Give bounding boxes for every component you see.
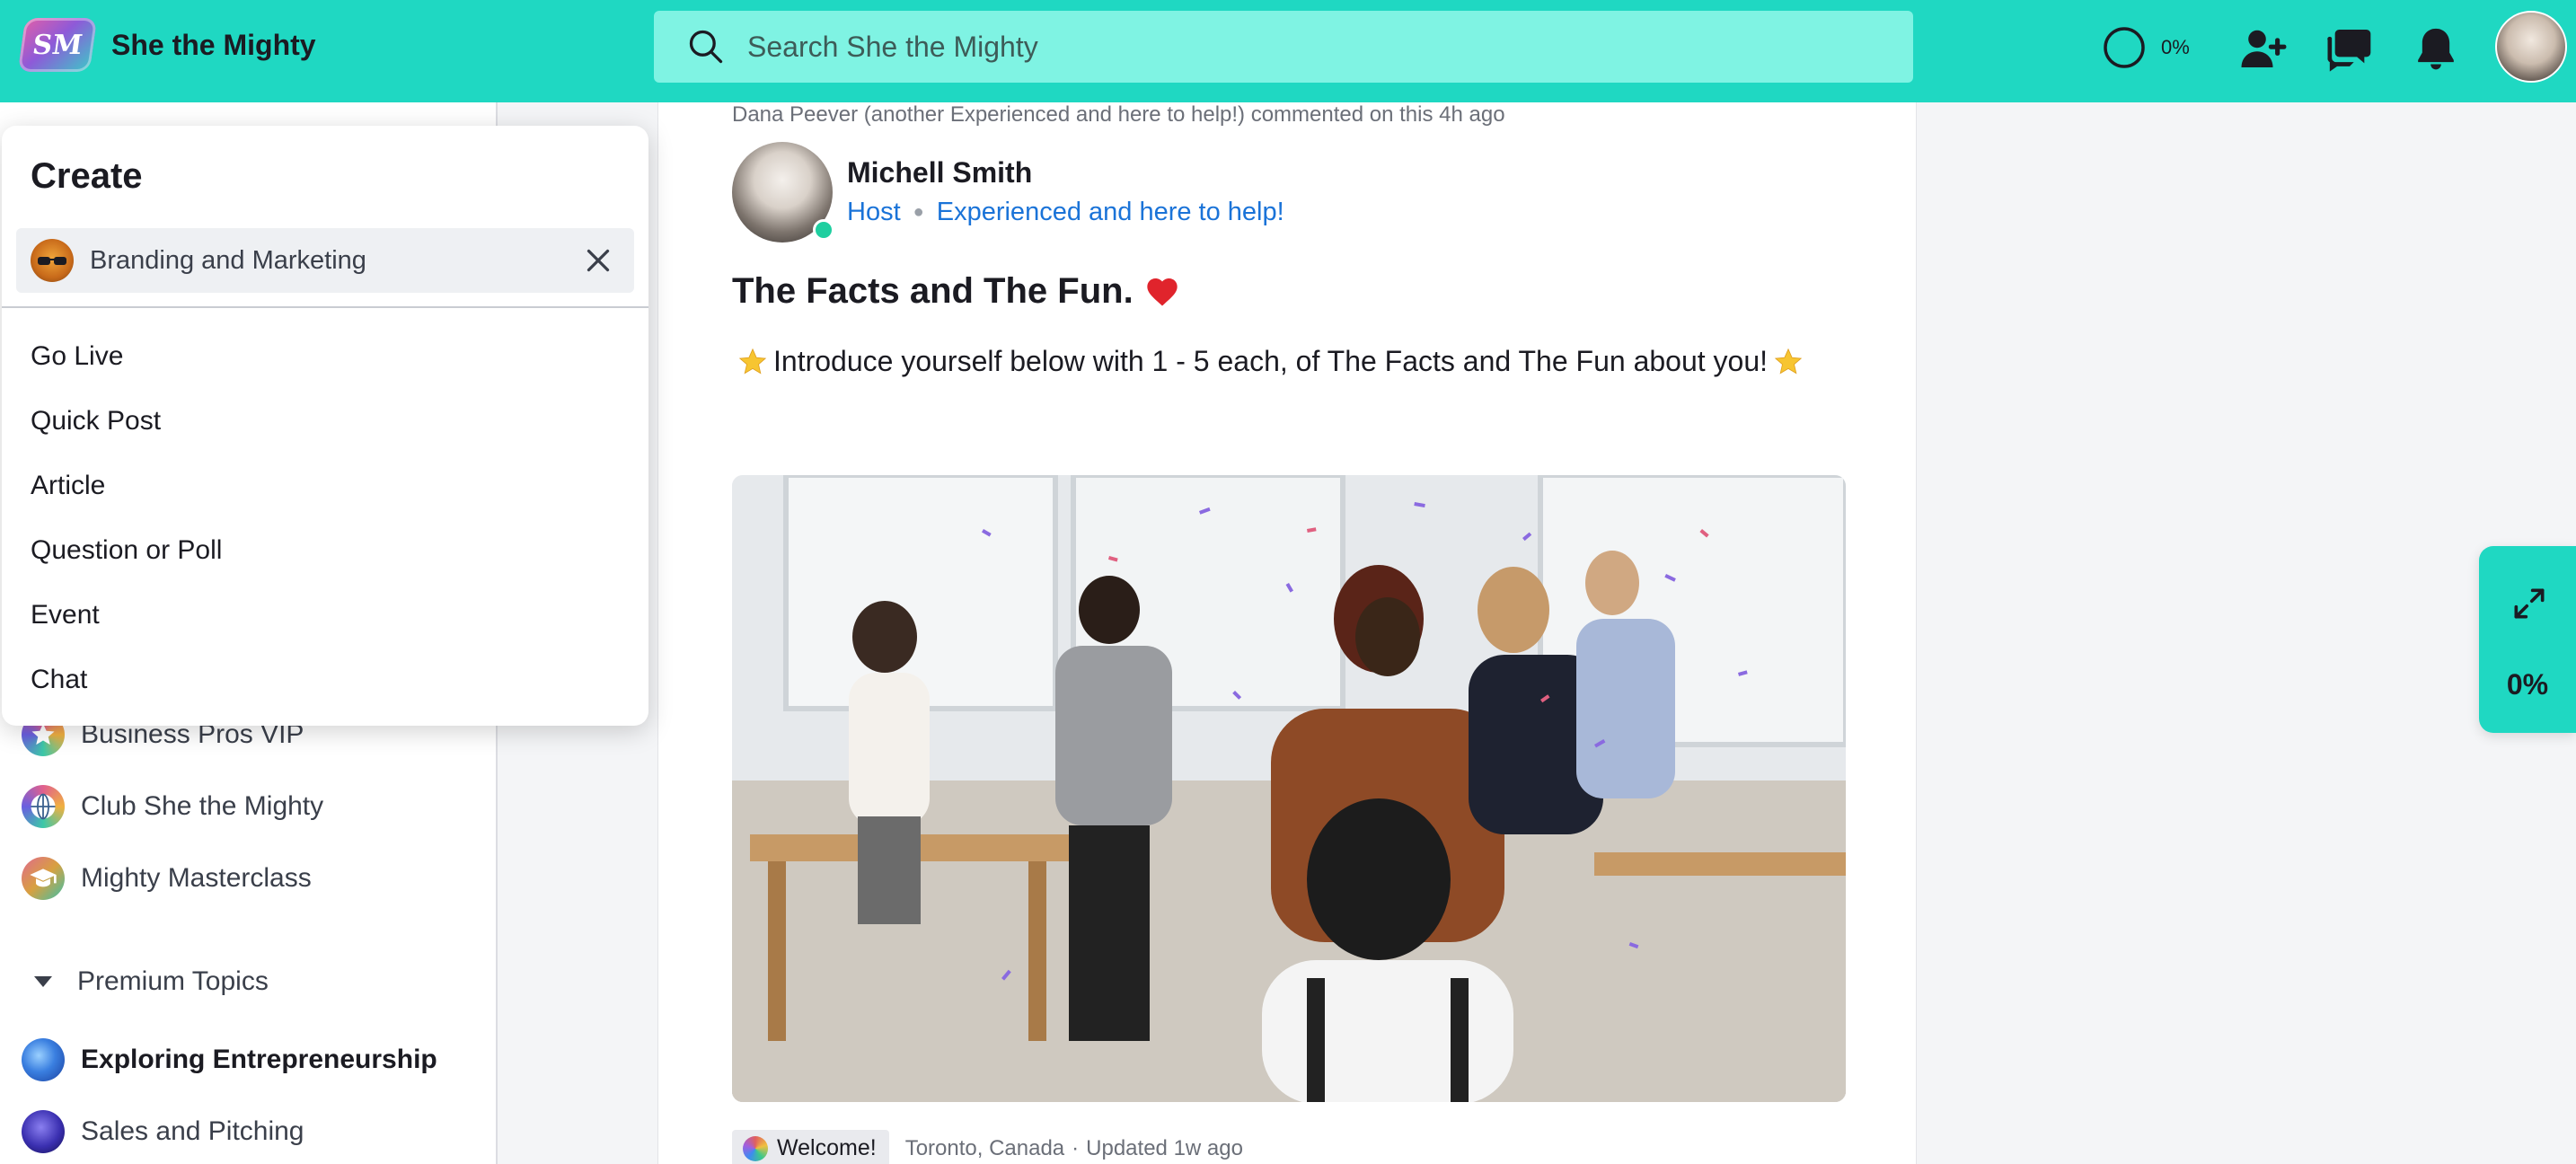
author-name[interactable]: Michell Smith [847, 156, 1032, 190]
top-navigation-bar: SM She the Mighty 0% [0, 0, 2576, 102]
bell-icon[interactable] [2411, 23, 2461, 74]
sidebar-section-label: Premium Topics [77, 966, 269, 996]
progress-percentage[interactable]: 0% [2161, 36, 2190, 59]
progress-widget-percentage: 0% [2506, 668, 2549, 701]
sidebar-item-label: Mighty Masterclass [81, 863, 312, 893]
graduation-cap-icon [22, 857, 65, 900]
search-input[interactable] [747, 30, 1825, 64]
planet-icon [22, 1110, 65, 1153]
star-emoji-icon [738, 348, 767, 374]
create-quick-post[interactable]: Quick Post [31, 406, 161, 436]
author-avatar[interactable] [732, 142, 834, 242]
create-question-or-poll[interactable]: Question or Poll [31, 535, 222, 566]
search-bar[interactable] [654, 11, 1913, 83]
welcome-space-icon [743, 1135, 768, 1161]
close-icon[interactable] [582, 244, 614, 277]
author-title[interactable]: Experienced and here to help! [937, 198, 1284, 227]
post-body-text: Introduce yourself below with 1 - 5 each… [773, 345, 1769, 377]
create-article[interactable]: Article [31, 471, 105, 501]
author-role[interactable]: Host [847, 198, 901, 227]
sidebar-item-club-she-the-mighty[interactable]: Club She the Mighty [22, 785, 323, 828]
sidebar-item-label: Exploring Entrepreneurship [81, 1045, 437, 1074]
meta-separator: ● [913, 202, 924, 222]
brand-name[interactable]: She the Mighty [111, 29, 316, 62]
space-tag[interactable]: Welcome! [732, 1130, 889, 1164]
expand-icon[interactable] [2510, 584, 2549, 623]
space-tag-label[interactable]: Welcome! [777, 1135, 877, 1161]
add-person-icon[interactable] [2238, 23, 2289, 74]
brand[interactable]: SM She the Mighty [17, 18, 316, 72]
create-event[interactable]: Event [31, 600, 100, 630]
progress-widget[interactable]: 0% [2479, 546, 2576, 733]
sunglasses-icon [31, 239, 74, 282]
search-icon[interactable] [686, 27, 726, 66]
post-location: Toronto, Canada [904, 1135, 1065, 1160]
post-activity-text: Dana Peever (another Experienced and her… [732, 102, 1505, 127]
sidebar-item-mighty-masterclass[interactable]: Mighty Masterclass [22, 857, 312, 900]
menu-divider [2, 306, 648, 308]
blue-mosaic-icon [22, 1038, 65, 1081]
brand-logo[interactable]: SM [17, 18, 98, 72]
sidebar-item-sales-and-pitching[interactable]: Sales and Pitching [22, 1110, 304, 1153]
footer-separator: · [1072, 1135, 1080, 1160]
sidebar-section-premium-topics[interactable]: Premium Topics [34, 966, 269, 997]
celebration-photo [732, 475, 1846, 1102]
progress-ring-icon[interactable] [2102, 25, 2147, 70]
sidebar-item-label: Club She the Mighty [81, 791, 324, 821]
post-updated: Updated 1w ago [1086, 1135, 1243, 1160]
user-avatar[interactable] [2495, 11, 2567, 83]
post-footer: Welcome! Toronto, Canada · Updated 1w ag… [732, 1130, 1243, 1164]
create-menu: Create Branding and Marketing Go Live Qu… [2, 126, 648, 726]
caret-down-icon[interactable] [34, 976, 52, 987]
author-meta: Host ● Experienced and here to help! [847, 198, 1284, 227]
space-selector[interactable]: Branding and Marketing [16, 228, 634, 293]
create-go-live[interactable]: Go Live [31, 341, 123, 372]
post-title[interactable]: The Facts and The Fun. [732, 271, 1180, 312]
post-title-text[interactable]: The Facts and The Fun. [732, 271, 1134, 312]
chat-bubbles-icon[interactable] [2325, 23, 2375, 74]
online-status-indicator [813, 219, 834, 241]
star-emoji-icon [1774, 348, 1803, 374]
space-selector-label: Branding and Marketing [90, 245, 366, 275]
post-body: Introduce yourself below with 1 - 5 each… [732, 345, 1809, 378]
sidebar-item-label: Sales and Pitching [81, 1116, 304, 1146]
post-image[interactable] [732, 475, 1846, 1102]
globe-icon [22, 785, 65, 828]
heart-emoji-icon [1147, 278, 1178, 305]
create-menu-title: Create [31, 156, 143, 196]
create-chat[interactable]: Chat [31, 665, 87, 695]
post-card[interactable]: Dana Peever (another Experienced and her… [657, 102, 1917, 1164]
sidebar-item-exploring-entrepreneurship[interactable]: Exploring Entrepreneurship [22, 1038, 437, 1081]
